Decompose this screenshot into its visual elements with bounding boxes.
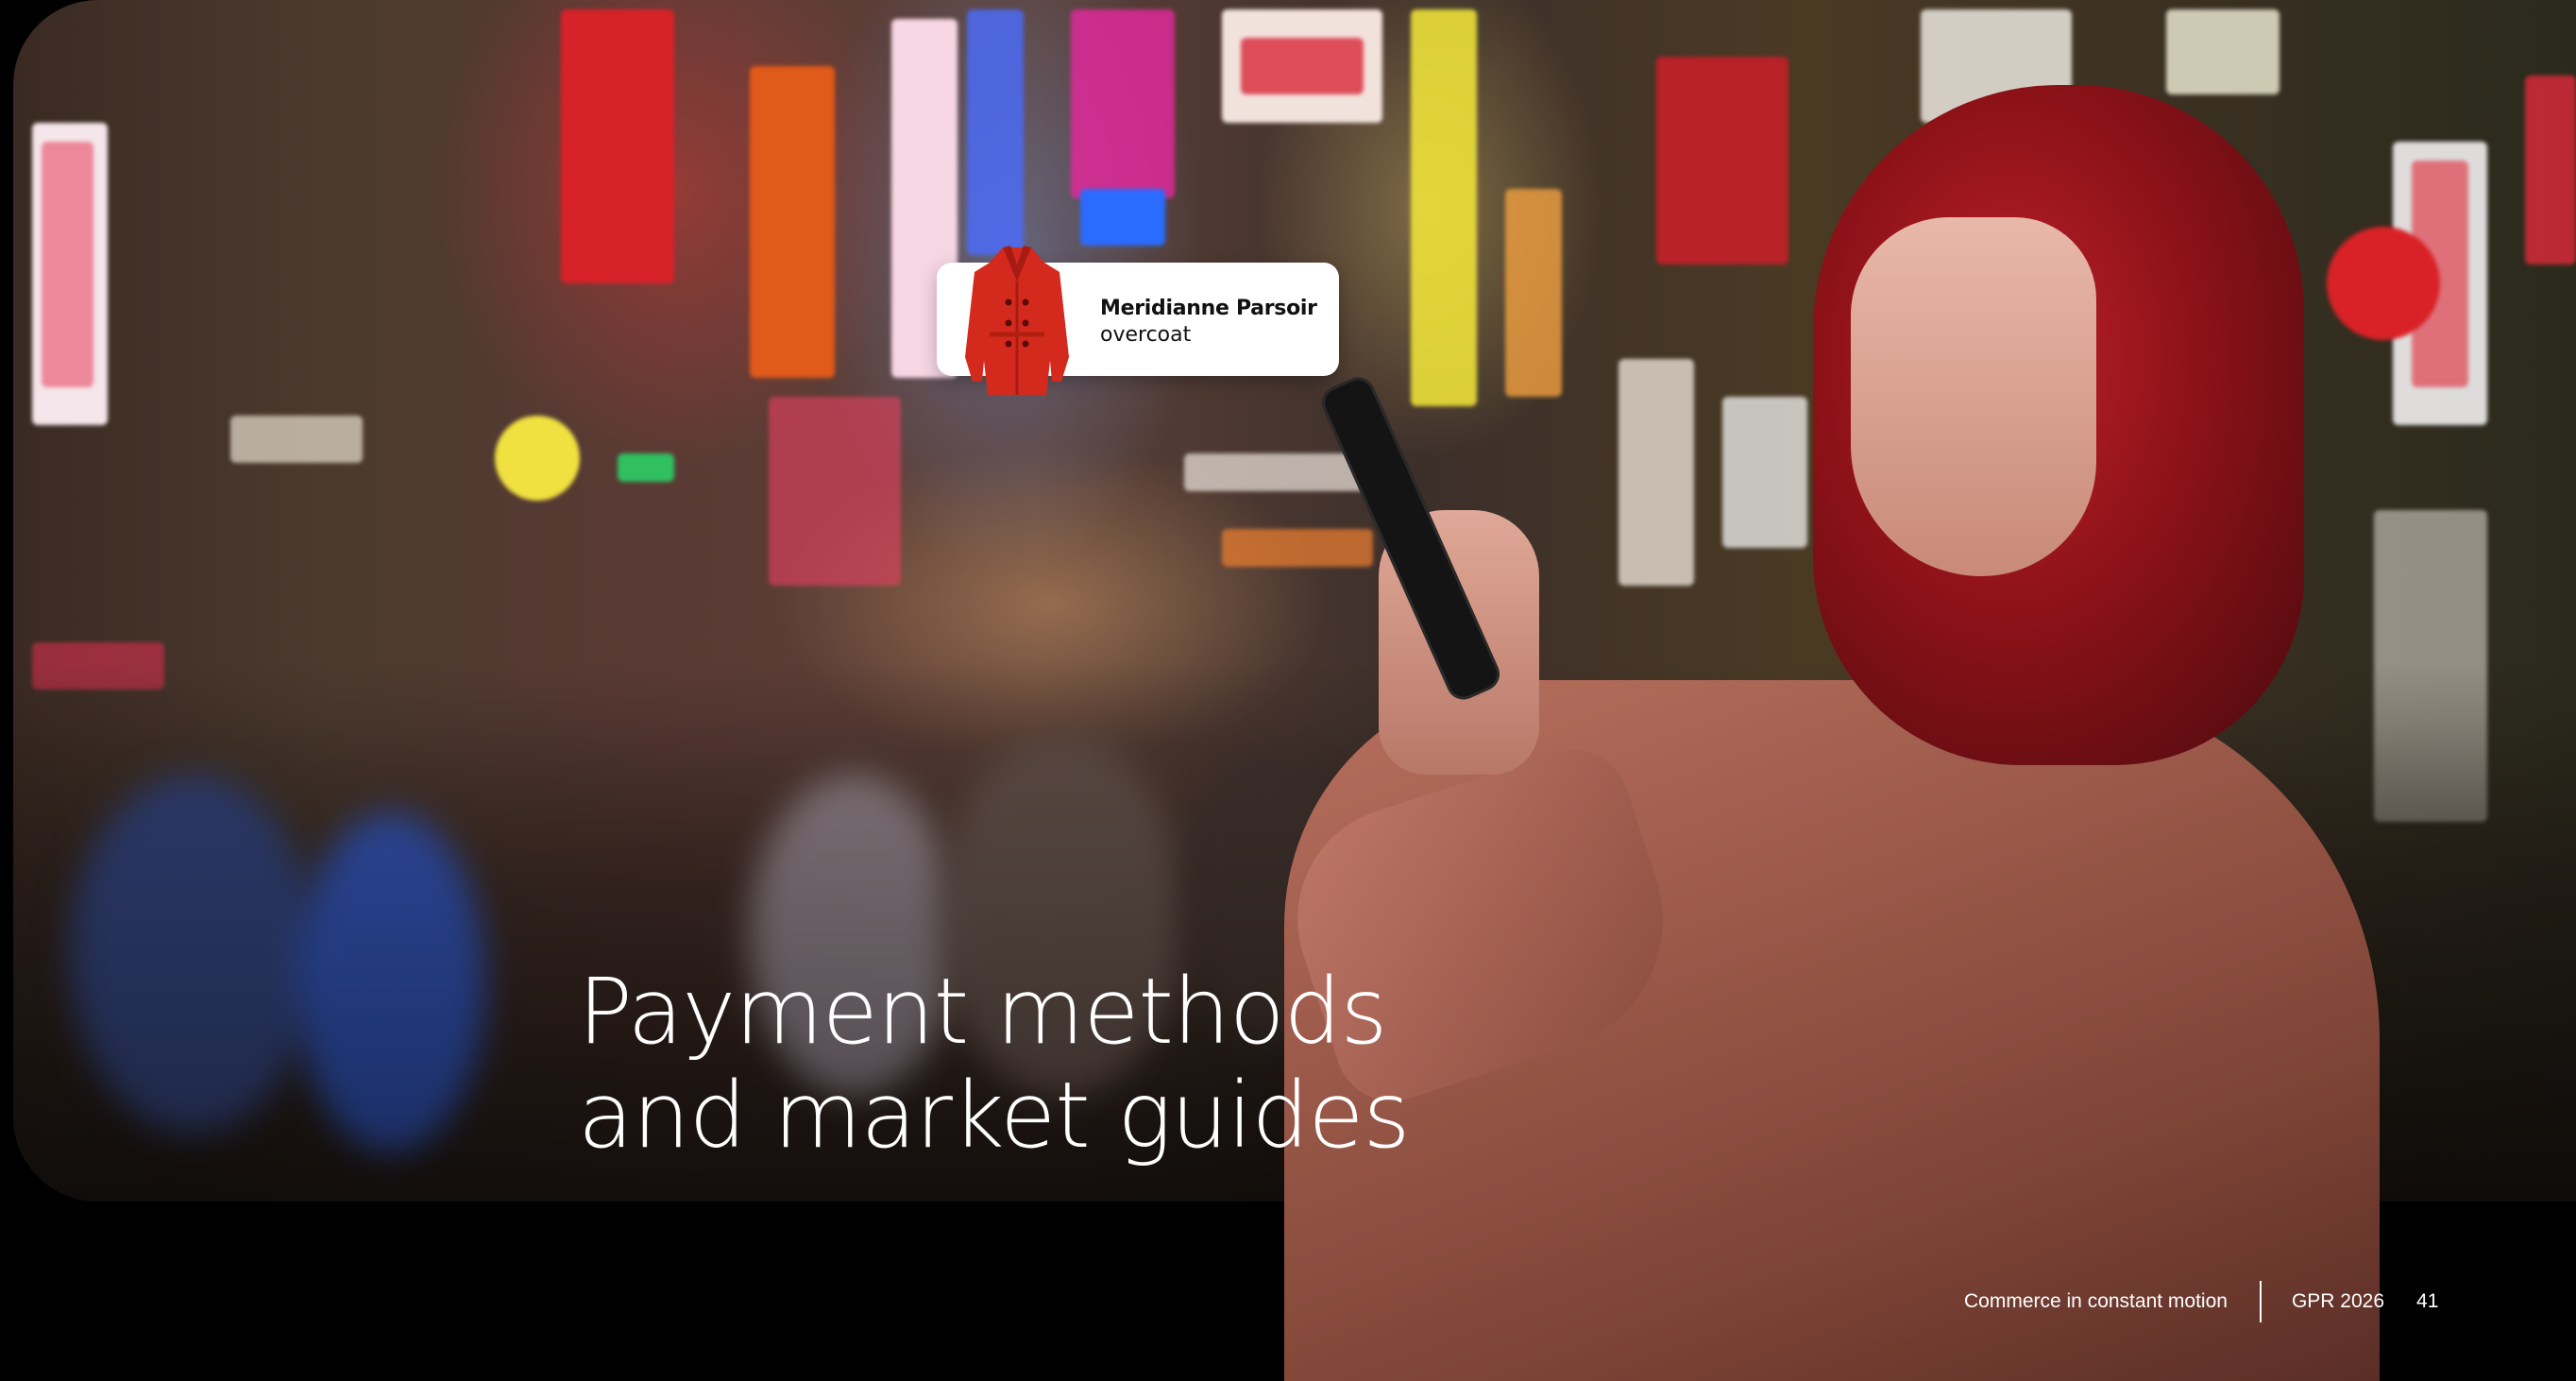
product-item: overcoat <box>1100 323 1192 347</box>
footer-caption: Commerce in constant motion <box>1964 1290 2228 1312</box>
page-title: Payment methods and market guides <box>578 960 1428 1168</box>
page-title-line-1: Payment methods <box>578 959 1388 1065</box>
product-brand: Meridianne Parsoir <box>1100 297 1317 320</box>
page-title-line-2: and market guides <box>578 1063 1410 1168</box>
footer-report-name: GPR 2026 <box>2291 1290 2385 1312</box>
page-footer: Commerce in constant motion GPR 2026 41 <box>1964 1281 2439 1322</box>
woman-with-phone <box>1267 85 2380 1381</box>
face <box>1851 217 2096 576</box>
red-coat-icon <box>954 244 1080 401</box>
product-tag-text: Meridianne Parsoir overcoat <box>1100 296 1327 349</box>
footer-divider <box>2259 1281 2262 1322</box>
page-number: 41 <box>2416 1290 2439 1312</box>
